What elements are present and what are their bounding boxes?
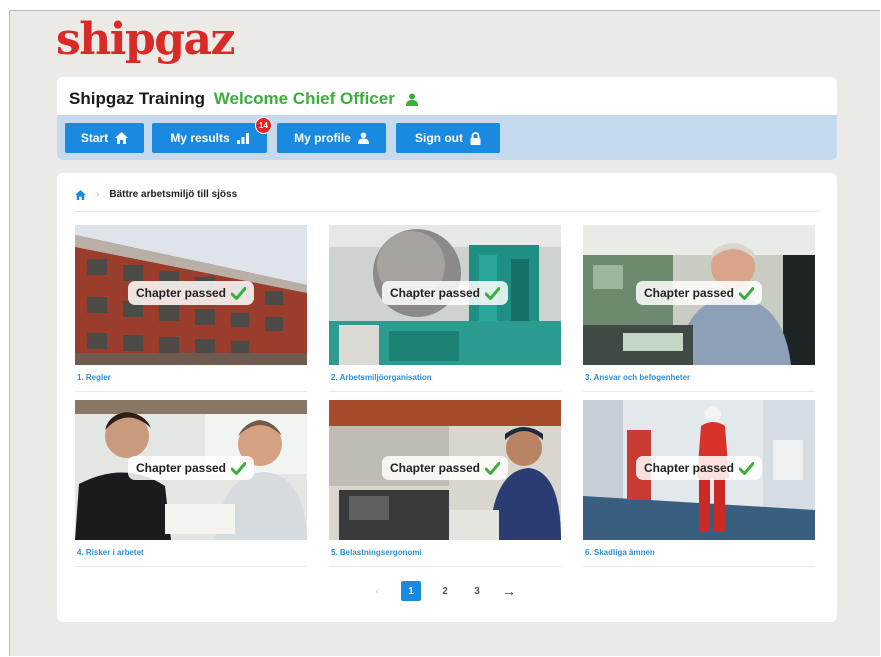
chapters-card: › Bättre arbetsmiljö till sjöss Chapter …: [57, 173, 837, 622]
header-card: Shipgaz Training Welcome Chief Officer S…: [57, 77, 837, 160]
divider: [583, 566, 815, 567]
chapter-link-6[interactable]: 6. Skadliga ämnen: [585, 548, 655, 557]
start-button-label: Start: [80, 131, 109, 145]
results-count-badge: 14: [255, 117, 272, 134]
chapter-status-label: Chapter passed: [135, 286, 227, 300]
main-navigation: Start My results 14 My profile Sign out: [57, 115, 837, 160]
welcome-text: Welcome Chief Officer: [213, 89, 395, 108]
chapter-status: Chapter passed: [635, 281, 763, 305]
chapter-link-5[interactable]: 5. Belastningsergonomi: [331, 548, 422, 557]
page-title: Shipgaz Training Welcome Chief Officer: [69, 89, 418, 111]
check-icon: [485, 461, 501, 475]
check-icon: [231, 461, 247, 475]
check-icon: [231, 286, 247, 300]
chapter-link-1[interactable]: 1. Regler: [77, 373, 111, 382]
chapter-link-4[interactable]: 4. Risker i arbetet: [77, 548, 144, 557]
sign-out-button[interactable]: Sign out: [396, 123, 500, 153]
my-profile-label: My profile: [294, 131, 351, 145]
chapter-status: Chapter passed: [381, 456, 509, 480]
pagination-page-1[interactable]: 1: [401, 581, 421, 601]
divider: [329, 391, 561, 392]
pagination-prev[interactable]: ‹: [367, 581, 387, 601]
breadcrumb-current: Bättre arbetsmiljö till sjöss: [109, 189, 238, 200]
chapter-status-label: Chapter passed: [135, 461, 227, 475]
check-icon: [485, 286, 501, 300]
sign-out-label: Sign out: [415, 131, 463, 145]
divider: [75, 391, 307, 392]
chapter-status: Chapter passed: [127, 281, 255, 305]
chapter-status-label: Chapter passed: [389, 461, 481, 475]
check-icon: [739, 286, 755, 300]
divider: [583, 391, 815, 392]
chapter-status: Chapter passed: [127, 456, 255, 480]
breadcrumb: › Bättre arbetsmiljö till sjöss: [75, 189, 237, 200]
start-button[interactable]: Start: [65, 123, 144, 153]
pagination-page-2[interactable]: 2: [435, 581, 455, 601]
app-title: Shipgaz Training: [69, 89, 206, 108]
lock-icon: [470, 131, 481, 145]
divider: [329, 566, 561, 567]
my-results-button[interactable]: My results: [152, 123, 267, 153]
person-icon: [357, 132, 369, 144]
chapter-status-label: Chapter passed: [643, 286, 735, 300]
bar-chart-icon: [236, 133, 249, 144]
chapter-link-2[interactable]: 2. Arbetsmiljöorganisation: [331, 373, 432, 382]
pagination-next[interactable]: →: [499, 581, 519, 601]
chapter-status-label: Chapter passed: [389, 286, 481, 300]
chapter-status: Chapter passed: [381, 281, 509, 305]
my-results-label: My results: [170, 131, 230, 145]
divider: [75, 566, 307, 567]
shipgaz-logo[interactable]: shipgaz: [56, 18, 236, 62]
home-icon[interactable]: [75, 189, 86, 200]
chapter-status-label: Chapter passed: [643, 461, 735, 475]
check-icon: [739, 461, 755, 475]
pagination-page-3[interactable]: 3: [467, 581, 487, 601]
breadcrumb-separator: ›: [96, 189, 100, 200]
home-icon: [115, 132, 129, 144]
divider: [75, 211, 820, 212]
person-icon: [405, 91, 418, 111]
chapter-link-3[interactable]: 3. Ansvar och befogenheter: [585, 373, 690, 382]
chapter-status: Chapter passed: [635, 456, 763, 480]
pagination: ‹ 1 2 3 →: [57, 578, 837, 604]
my-profile-button[interactable]: My profile: [277, 123, 386, 153]
